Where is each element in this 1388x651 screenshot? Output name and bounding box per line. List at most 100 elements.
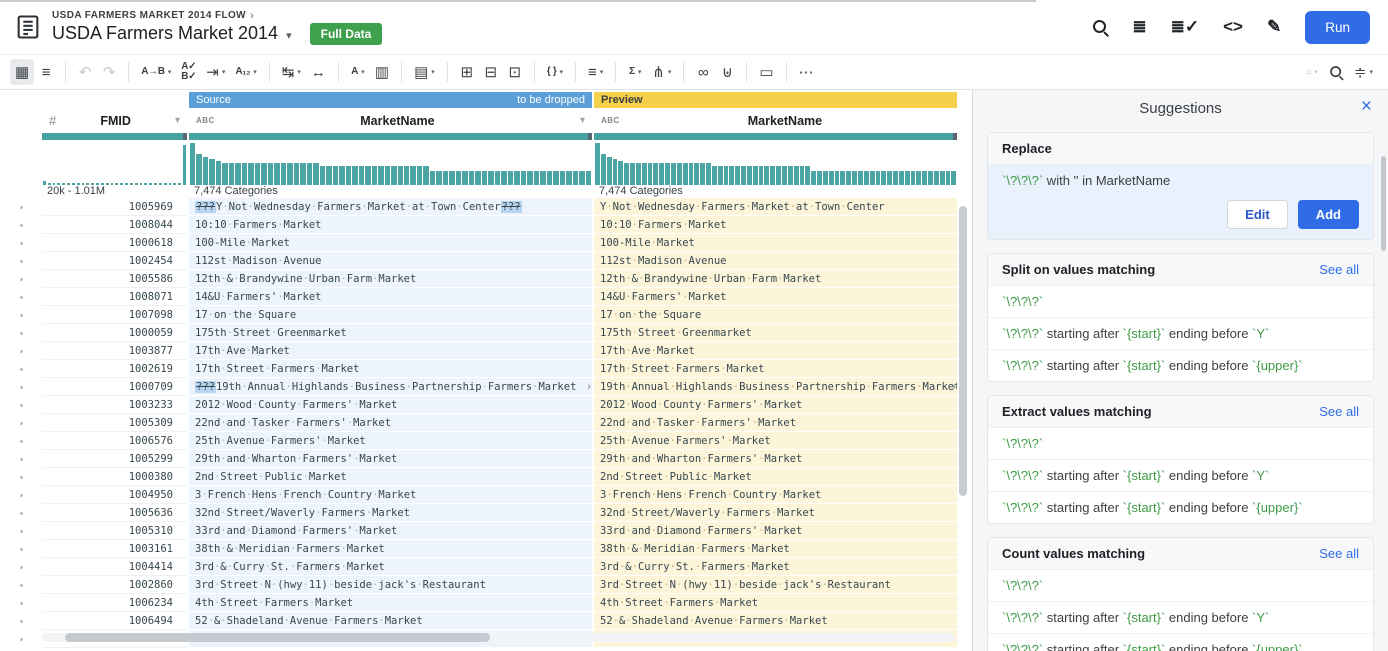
find-in-data-button[interactable] bbox=[1324, 59, 1349, 85]
marketname-source-cell[interactable]: 10:10·Farmers·Market bbox=[189, 216, 592, 234]
marketname-source-cell[interactable]: 33rd·and·Diamond·Farmers'·Market bbox=[189, 522, 592, 540]
fmid-cell[interactable]: 1003161 bbox=[42, 540, 187, 558]
title-caret-icon[interactable]: ▾ bbox=[286, 29, 292, 42]
marketname-preview-cell[interactable]: 10:10·Farmers·Market bbox=[594, 216, 957, 234]
quality-bar-fmid[interactable] bbox=[42, 133, 187, 140]
fmid-cell[interactable]: 1002860 bbox=[42, 576, 187, 594]
row-handle[interactable] bbox=[0, 342, 42, 360]
row-handle[interactable] bbox=[0, 540, 42, 558]
row-handle[interactable] bbox=[0, 558, 42, 576]
fmid-cell[interactable]: 1006494 bbox=[42, 612, 187, 630]
close-icon[interactable]: × bbox=[1361, 97, 1372, 116]
fmid-cell[interactable]: 1005586 bbox=[42, 270, 187, 288]
row-handle[interactable] bbox=[0, 324, 42, 342]
marketname-source-cell[interactable]: 22nd·and·Tasker·Farmers'·Market bbox=[189, 414, 592, 432]
marketname-source-cell[interactable]: ???19th·Annual·Highlands·Business·Partne… bbox=[189, 378, 592, 396]
marketname-preview-histogram[interactable] bbox=[594, 141, 957, 185]
fmid-cell[interactable]: 1006234 bbox=[42, 594, 187, 612]
marketname-preview-cell[interactable]: 3rd·&·Curry·St.·Farmers·Market bbox=[594, 558, 957, 576]
marketname-source-cell[interactable]: 175th·Street·Greenmarket bbox=[189, 324, 592, 342]
split-column-button[interactable]: ↹▾ bbox=[277, 59, 306, 85]
grid-view-button[interactable]: ▦ bbox=[10, 59, 34, 85]
quality-bar-marketname-preview[interactable] bbox=[594, 133, 957, 140]
row-handle[interactable] bbox=[0, 432, 42, 450]
row-handle[interactable] bbox=[0, 378, 42, 396]
marketname-preview-cell[interactable]: 17th·Street·Farmers·Market bbox=[594, 360, 957, 378]
suggestion-item[interactable]: `\?\?\?` starting after `{start}` ending… bbox=[988, 601, 1373, 633]
suggestion-item[interactable]: `\?\?\?` bbox=[988, 427, 1373, 459]
marketname-source-cell[interactable]: 32nd·Street/Waverly·Farmers·Market bbox=[189, 504, 592, 522]
marketname-preview-cell[interactable]: 2012·Wood·County·Farmers'·Market bbox=[594, 396, 957, 414]
new-column-button[interactable]: ▥ bbox=[370, 59, 394, 85]
marketname-preview-cell[interactable]: 4th·Street·Farmers·Market bbox=[594, 594, 957, 612]
marketname-preview-cell[interactable]: 38th·&·Meridian·Farmers·Market bbox=[594, 540, 957, 558]
recipe-list-button[interactable]: ≣ bbox=[1132, 17, 1146, 37]
row-handle[interactable] bbox=[0, 468, 42, 486]
fmid-cell[interactable]: 1008071 bbox=[42, 288, 187, 306]
quality-bar-marketname-source[interactable] bbox=[189, 133, 592, 140]
row-handle[interactable] bbox=[0, 576, 42, 594]
row-handle[interactable] bbox=[0, 450, 42, 468]
full-data-badge[interactable]: Full Data bbox=[310, 23, 383, 45]
row-handle[interactable] bbox=[0, 360, 42, 378]
comment-button[interactable]: ▭ bbox=[754, 59, 778, 85]
fmid-cell[interactable]: 1005636 bbox=[42, 504, 187, 522]
suggestion-item[interactable]: `\?\?\?` starting after `{start}` ending… bbox=[988, 317, 1373, 349]
search-button[interactable] bbox=[1093, 20, 1108, 35]
see-all-link[interactable]: See all bbox=[1319, 262, 1359, 277]
marketname-preview-cell[interactable]: 2nd·Street·Public·Market bbox=[594, 468, 957, 486]
union-datasets-button[interactable]: ⊎ bbox=[715, 59, 739, 85]
marketname-preview-cell[interactable]: 3·French·Hens·French·Country·Market bbox=[594, 486, 957, 504]
merge-columns-button[interactable]: ↔ bbox=[306, 59, 331, 85]
replace-values-button[interactable]: A→B▾ bbox=[136, 59, 176, 85]
fmid-cell[interactable]: 1003233 bbox=[42, 396, 187, 414]
marketname-source-cell[interactable]: 17·on·the·Square bbox=[189, 306, 592, 324]
marketname-preview-cell[interactable]: 17th·Ave·Market bbox=[594, 342, 957, 360]
row-handle[interactable] bbox=[0, 306, 42, 324]
row-handle[interactable] bbox=[0, 252, 42, 270]
fmid-cell[interactable]: 1006576 bbox=[42, 432, 187, 450]
fmid-cell[interactable]: 1004950 bbox=[42, 486, 187, 504]
standardize-values-button[interactable]: A✓ B✓ bbox=[176, 59, 201, 85]
marketname-preview-cell[interactable]: 22nd·and·Tasker·Farmers'·Market bbox=[594, 414, 957, 432]
marketname-source-cell[interactable]: 2012·Wood·County·Farmers'·Market bbox=[189, 396, 592, 414]
suggestion-item[interactable]: `\?\?\?` starting after `{start}` ending… bbox=[988, 349, 1373, 381]
fmid-cell[interactable]: 1003877 bbox=[42, 342, 187, 360]
column-header-fmid[interactable]: # FMID ▾ bbox=[42, 108, 187, 133]
nest-unnest-button[interactable]: { }▾ bbox=[542, 59, 568, 85]
row-handle[interactable] bbox=[0, 504, 42, 522]
marketname-preview-cell[interactable]: 52·&·Shadeland·Avenue·Farmers·Market bbox=[594, 612, 957, 630]
marketname-source-cell[interactable]: 100-Mile·Market bbox=[189, 234, 592, 252]
panel-scrollbar[interactable] bbox=[1381, 156, 1386, 251]
row-handle[interactable] bbox=[0, 396, 42, 414]
marketname-source-cell[interactable]: 38th·&·Meridian·Farmers·Market bbox=[189, 540, 592, 558]
marketname-source-cell[interactable]: 3rd·&·Curry·St.·Farmers·Market bbox=[189, 558, 592, 576]
marketname-source-cell[interactable]: 17th·Ave·Market bbox=[189, 342, 592, 360]
extract-column-button[interactable]: ⇥▾ bbox=[201, 59, 230, 85]
vertical-scrollbar[interactable] bbox=[959, 206, 967, 496]
row-handle[interactable] bbox=[0, 414, 42, 432]
more-tools-button[interactable]: ⋯ bbox=[794, 59, 819, 85]
fmid-cell[interactable]: 1004414 bbox=[42, 558, 187, 576]
marketname-preview-cell[interactable]: 175th·Street·Greenmarket bbox=[594, 324, 957, 342]
see-all-link[interactable]: See all bbox=[1319, 546, 1359, 561]
fmid-cell[interactable]: 1002619 bbox=[42, 360, 187, 378]
fmid-cell[interactable]: 1008044 bbox=[42, 216, 187, 234]
suggestion-item[interactable]: `\?\?\?` starting after `{start}` ending… bbox=[988, 633, 1373, 651]
edit-button[interactable]: Edit bbox=[1227, 200, 1288, 229]
marketname-preview-cell[interactable]: 25th·Avenue·Farmers'·Market bbox=[594, 432, 957, 450]
marketname-source-histogram[interactable] bbox=[189, 141, 592, 185]
fmid-cell[interactable]: 1002454 bbox=[42, 252, 187, 270]
marketname-preview-cell[interactable]: 29th·and·Wharton·Farmers'·Market bbox=[594, 450, 957, 468]
suggestion-item[interactable]: `\?\?\?` starting after `{start}` ending… bbox=[988, 491, 1373, 523]
fmid-cell[interactable]: 1000059 bbox=[42, 324, 187, 342]
row-handle[interactable] bbox=[0, 234, 42, 252]
marketname-source-cell[interactable]: 3·French·Hens·French·Country·Market bbox=[189, 486, 592, 504]
horizontal-scrollbar[interactable] bbox=[65, 633, 490, 642]
format-text-button[interactable]: A▾ bbox=[346, 59, 370, 85]
marketname-preview-cell[interactable]: 19th·Annual·Highlands·Business·Partnersh… bbox=[594, 378, 957, 396]
marketname-source-cell[interactable]: 52·&·Shadeland·Avenue·Farmers·Market bbox=[189, 612, 592, 630]
fmid-cell[interactable]: 1000618 bbox=[42, 234, 187, 252]
fmid-cell[interactable]: 1007098 bbox=[42, 306, 187, 324]
column-menu-caret-icon[interactable]: ▾ bbox=[175, 115, 180, 126]
